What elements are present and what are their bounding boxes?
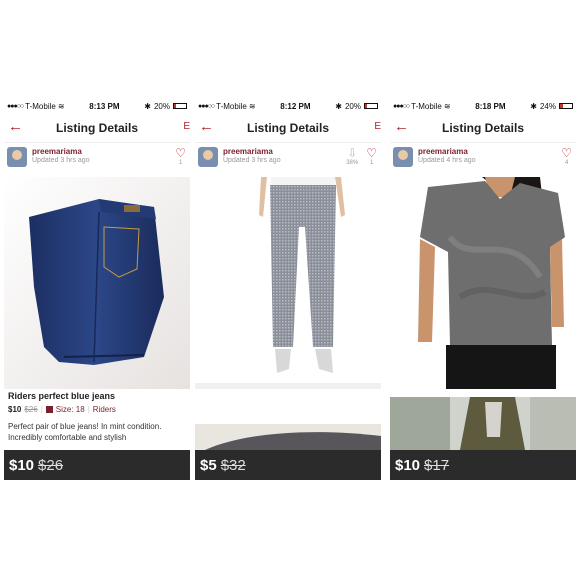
clock: 8:13 PM	[89, 101, 120, 111]
nav-edge-button[interactable]: E	[183, 121, 190, 132]
bluetooth-icon: ✱	[144, 101, 151, 111]
updated-time: Updated 4 hrs ago	[418, 157, 476, 164]
wifi-icon: ≋	[443, 101, 451, 111]
price-bar-price: $10	[395, 456, 421, 474]
page-title: Listing Details	[246, 120, 329, 135]
page-title: Listing Details	[55, 120, 138, 135]
next-item-thumbnail	[195, 424, 381, 450]
seller-name[interactable]: preemariama	[32, 147, 90, 156]
listing-brand[interactable]: Riders	[93, 405, 116, 414]
seller-row: preemariama Updated 4 hrs ago ♡ 4	[390, 143, 576, 176]
listing-description: Perfect pair of blue jeans! In mint cond…	[8, 422, 162, 442]
seller-row: preemariama Updated 3 hrs ago ♡ 1	[4, 143, 190, 176]
avatar[interactable]	[7, 147, 27, 167]
like-button[interactable]: ♡ 1	[366, 147, 377, 166]
like-button[interactable]: ♡ 4	[561, 147, 572, 166]
status-bar: ●●●○○ T-Mobile ≋ 8:18 PM ✱ 24%	[390, 99, 576, 113]
price-bar: $10 $17	[390, 450, 576, 480]
wifi-icon: ≋	[248, 101, 256, 111]
divider: |	[87, 405, 90, 414]
seller-row: preemariama Updated 3 hrs ago ⇩ 38% ♡ 1	[195, 143, 381, 176]
trousers-image	[195, 177, 381, 389]
listing-title: Riders perfect blue jeans	[8, 391, 116, 401]
listing-screen-2: ●●●○○ T-Mobile ≋ 8:12 PM ✱ 20% ← Listing…	[195, 99, 381, 480]
nav-edge-button[interactable]: E	[374, 121, 381, 132]
price-drop-indicator: ⇩ 38%	[346, 147, 358, 166]
carrier-label: T-Mobile	[25, 101, 56, 111]
listing-meta: $10 $26 | Size: 18 | Riders	[8, 405, 186, 414]
price-bar-original: $32	[220, 456, 246, 474]
bluetooth-icon: ✱	[335, 101, 342, 111]
bluetooth-icon: ✱	[530, 101, 537, 111]
heart-icon: ♡	[366, 146, 377, 160]
price-bar-original: $17	[424, 456, 450, 474]
avatar[interactable]	[393, 147, 413, 167]
listing-photo[interactable]	[4, 177, 190, 389]
next-listing-photo[interactable]	[390, 397, 576, 450]
heart-icon: ♡	[175, 146, 186, 160]
updated-time: Updated 3 hrs ago	[223, 157, 281, 164]
heart-icon: ♡	[561, 146, 572, 160]
updated-time: Updated 3 hrs ago	[32, 157, 90, 164]
top-image	[390, 177, 576, 389]
price-bar-original: $26	[38, 456, 64, 474]
nav-bar: ← Listing Details	[390, 113, 576, 143]
back-arrow-icon[interactable]: ←	[199, 118, 214, 135]
battery-icon	[558, 103, 573, 109]
like-count: 1	[178, 160, 183, 166]
avatar[interactable]	[198, 147, 218, 167]
listing-details: Riders perfect blue jeans $10 $26 | Size…	[4, 391, 190, 443]
battery-percent: 24%	[539, 101, 556, 111]
status-bar: ●●●○○ T-Mobile ≋ 8:12 PM ✱ 20%	[195, 99, 381, 113]
like-count: 4	[564, 160, 569, 166]
clock: 8:18 PM	[475, 101, 506, 111]
wifi-icon: ≋	[57, 101, 65, 111]
signal-icon: ●●●○○	[198, 102, 215, 110]
battery-icon	[172, 103, 187, 109]
seller-name[interactable]: preemariama	[418, 147, 476, 156]
listing-photo[interactable]	[390, 177, 576, 389]
price-bar: $5 $32	[195, 450, 381, 480]
nav-bar: ← Listing Details E	[4, 113, 190, 143]
listing-original-price: $26	[24, 405, 38, 414]
like-count: 1	[369, 160, 374, 166]
signal-icon: ●●●○○	[393, 102, 410, 110]
signal-icon: ●●●○○	[7, 102, 24, 110]
page-title: Listing Details	[441, 120, 524, 135]
next-listing-photo[interactable]	[195, 424, 381, 450]
down-arrow-icon: ⇩	[347, 146, 358, 160]
back-arrow-icon[interactable]: ←	[394, 118, 409, 135]
battery-icon	[363, 103, 378, 109]
battery-percent: 20%	[344, 101, 361, 111]
price-bar: $10 $26	[4, 450, 190, 480]
price-bar-price: $5	[200, 456, 217, 474]
listing-price: $10	[8, 405, 22, 414]
listing-screen-1: ●●●○○ T-Mobile ≋ 8:13 PM ✱ 20% ← Listing…	[4, 99, 190, 480]
battery-percent: 20%	[153, 101, 170, 111]
price-drop-percent: 38%	[346, 160, 359, 166]
carrier-label: T-Mobile	[411, 101, 442, 111]
back-arrow-icon[interactable]: ←	[8, 118, 23, 135]
jeans-image	[4, 177, 190, 389]
clock: 8:12 PM	[280, 101, 311, 111]
size-icon	[45, 406, 53, 413]
like-button[interactable]: ♡ 1	[175, 147, 186, 166]
listing-screen-3: ●●●○○ T-Mobile ≋ 8:18 PM ✱ 24% ← Listing…	[390, 99, 576, 480]
seller-name[interactable]: preemariama	[223, 147, 281, 156]
listing-photo[interactable]	[195, 177, 381, 389]
price-bar-price: $10	[9, 456, 35, 474]
listing-size[interactable]: Size: 18	[56, 405, 85, 414]
nav-bar: ← Listing Details E	[195, 113, 381, 143]
next-item-thumbnail	[390, 397, 576, 450]
carrier-label: T-Mobile	[216, 101, 247, 111]
status-bar: ●●●○○ T-Mobile ≋ 8:13 PM ✱ 20%	[4, 99, 190, 113]
divider: |	[40, 405, 43, 414]
